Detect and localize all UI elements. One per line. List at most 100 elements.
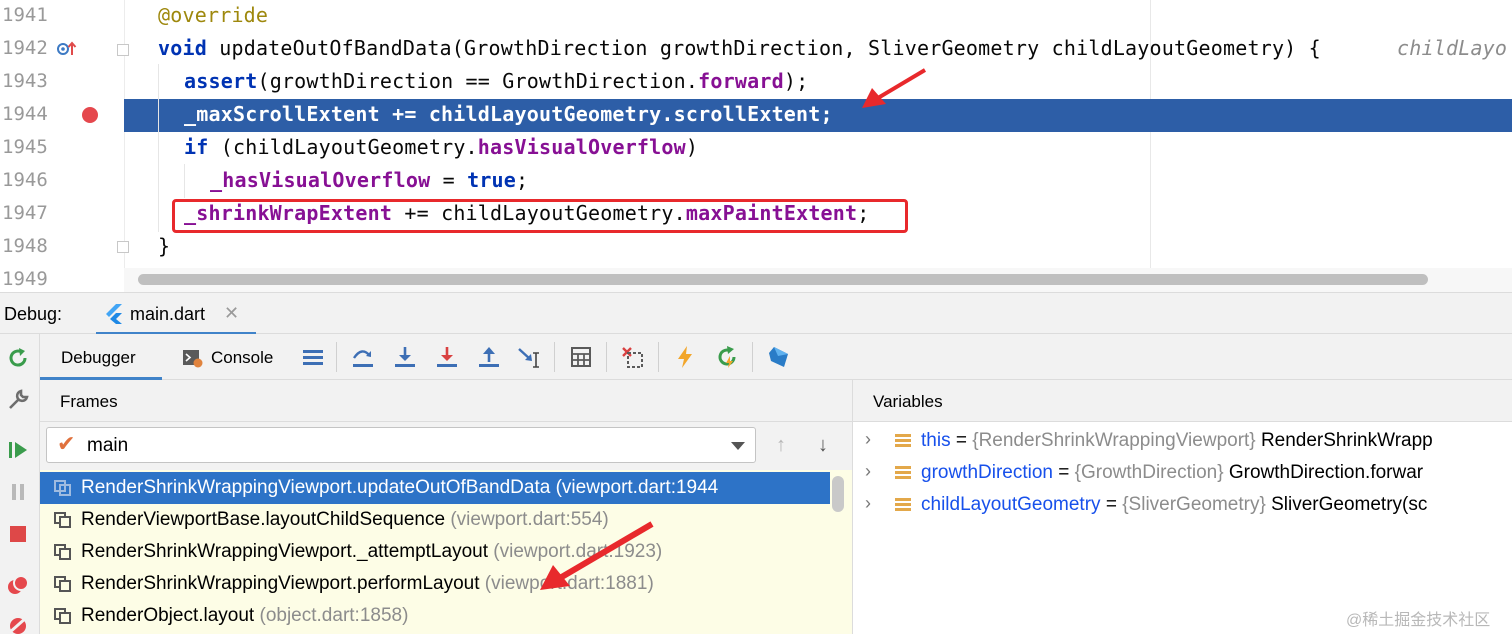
- frame-text: RenderViewportBase.layoutChildSequence (…: [81, 509, 609, 531]
- variable-row-growthdirection[interactable]: › growthDirection = {GrowthDirection} Gr…: [853, 457, 1512, 489]
- rerun-icon[interactable]: [6, 346, 30, 370]
- frame-method: RenderShrinkWrappingViewport._attemptLay…: [81, 541, 488, 562]
- chevron-right-icon[interactable]: ›: [865, 429, 871, 450]
- line-number: 1941: [2, 4, 48, 26]
- chevron-right-icon[interactable]: ›: [865, 493, 871, 514]
- code-line-1948[interactable]: 1948 }: [0, 231, 1512, 264]
- scrollbar-thumb[interactable]: [138, 274, 1428, 285]
- stop-icon[interactable]: [6, 522, 30, 546]
- frame-row-selected[interactable]: RenderShrinkWrappingViewport.updateOutOf…: [40, 472, 830, 504]
- frame-method: RenderShrinkWrappingViewport.performLayo…: [81, 573, 480, 594]
- code-token: _maxScrollExtent += childLayoutGeometry.…: [184, 102, 833, 126]
- variable-value: GrowthDirection.forwar: [1228, 462, 1424, 483]
- code-line-1942[interactable]: 1942 void updateOutOfBandData(GrowthDire…: [0, 33, 1512, 66]
- hot-restart-icon[interactable]: [714, 344, 740, 370]
- field-icon: [895, 466, 911, 480]
- inline-parameter-hint: childLayo: [1397, 36, 1508, 60]
- frame-row[interactable]: RenderShrinkWrappingViewport._attemptLay…: [40, 536, 830, 568]
- code-text[interactable]: if (childLayoutGeometry.hasVisualOverflo…: [184, 135, 698, 159]
- step-over-icon[interactable]: [350, 344, 376, 370]
- code-token: true: [467, 168, 517, 192]
- variable-type: {SliverGeometry}: [1122, 494, 1266, 515]
- stack-frame-icon: [54, 480, 72, 496]
- close-icon[interactable]: ✕: [224, 303, 239, 324]
- frame-row[interactable]: RenderObject.layout (object.dart:1858): [40, 600, 830, 632]
- code-line-1946[interactable]: 1946 _hasVisualOverflow = true;: [0, 165, 1512, 198]
- console-icon: [182, 348, 204, 373]
- debug-side-toolbar: [0, 334, 40, 634]
- next-frame-icon[interactable]: ↓: [818, 434, 828, 457]
- flutter-icon: [104, 303, 124, 330]
- frame-location: (viewport.dart:554): [450, 509, 609, 530]
- code-token: void: [158, 36, 220, 60]
- mute-breakpoints-icon[interactable]: [6, 614, 30, 634]
- pause-icon[interactable]: [6, 480, 30, 504]
- annotation-red-box: [172, 199, 908, 233]
- view-breakpoints-icon[interactable]: [6, 574, 30, 598]
- dart-devtools-icon[interactable]: [766, 344, 792, 370]
- previous-frame-icon[interactable]: ↑: [776, 434, 786, 457]
- thread-name: main: [87, 435, 129, 456]
- code-text[interactable]: @override: [158, 3, 268, 27]
- breakpoint-icon[interactable]: [81, 106, 99, 129]
- horizontal-scrollbar[interactable]: [124, 268, 1512, 292]
- resume-icon[interactable]: [6, 438, 30, 462]
- line-number: 1943: [2, 70, 48, 92]
- override-method-icon[interactable]: [56, 39, 78, 64]
- tab-debugger[interactable]: Debugger: [40, 334, 162, 380]
- code-token: forward: [698, 69, 784, 93]
- line-number: 1948: [2, 235, 48, 257]
- indent-guide: [184, 164, 185, 198]
- frames-scrollbar-thumb[interactable]: [832, 476, 844, 512]
- code-token: ;: [516, 168, 529, 192]
- variable-value: SliverGeometry(sc: [1271, 494, 1428, 515]
- step-into-icon[interactable]: [392, 344, 418, 370]
- variable-value: RenderShrinkWrapp: [1260, 430, 1433, 451]
- frame-method: RenderViewportBase.layoutChildSequence: [81, 509, 446, 530]
- variable-type: {GrowthDirection}: [1074, 462, 1224, 483]
- tab-session-main-dart[interactable]: main.dart ✕: [96, 293, 256, 335]
- variable-text: growthDirection = {GrowthDirection} Grow…: [921, 462, 1424, 483]
- code-text[interactable]: assert(growthDirection == GrowthDirectio…: [184, 69, 808, 93]
- code-text[interactable]: }: [158, 234, 170, 258]
- step-out-icon[interactable]: [476, 344, 502, 370]
- drop-frame-icon[interactable]: [620, 344, 646, 370]
- frame-method: RenderObject.layout: [81, 605, 255, 626]
- hot-reload-icon[interactable]: [672, 344, 698, 370]
- code-editor[interactable]: 1941 @override 1942 void updateOutOfBand…: [0, 0, 1512, 292]
- chevron-right-icon[interactable]: ›: [865, 461, 871, 482]
- code-token: assert: [184, 69, 258, 93]
- code-text[interactable]: _maxScrollExtent += childLayoutGeometry.…: [184, 102, 833, 126]
- code-text[interactable]: void updateOutOfBandData(GrowthDirection…: [158, 36, 1321, 60]
- code-token: =: [430, 168, 468, 192]
- thread-select[interactable]: ✔ main: [46, 427, 756, 463]
- variable-row-childlayoutgeometry[interactable]: › childLayoutGeometry = {SliverGeometry}…: [853, 489, 1512, 521]
- force-step-into-icon[interactable]: [434, 344, 460, 370]
- line-number: 1945: [2, 136, 48, 158]
- line-number: 1946: [2, 169, 48, 191]
- code-line-1943[interactable]: 1943 assert(growthDirection == GrowthDir…: [0, 66, 1512, 99]
- variables-pane: Variables › this = {RenderShrinkWrapping…: [853, 380, 1512, 634]
- run-to-cursor-icon[interactable]: [516, 344, 542, 370]
- code-token: updateOutOfBandData(GrowthDirection grow…: [219, 36, 1321, 60]
- fold-toggle-icon[interactable]: [117, 44, 129, 56]
- toolbar-separator: [606, 342, 607, 372]
- wrench-icon[interactable]: [6, 388, 30, 412]
- frame-location: (object.dart:1858): [259, 605, 409, 626]
- layout-menu-icon[interactable]: [300, 344, 326, 370]
- stack-frame-icon: [54, 576, 72, 592]
- code-line-1941[interactable]: 1941 @override: [0, 0, 1512, 33]
- code-line-1945[interactable]: 1945 if (childLayoutGeometry.hasVisualOv…: [0, 132, 1512, 165]
- variable-row-this[interactable]: › this = {RenderShrinkWrappingViewport} …: [853, 425, 1512, 457]
- frame-text: RenderObject.layout (object.dart:1858): [81, 605, 408, 627]
- evaluate-expression-icon[interactable]: [568, 344, 594, 370]
- debug-tool-window-header: Debug: main.dart ✕: [0, 292, 1512, 335]
- fold-toggle-icon[interactable]: [117, 241, 129, 253]
- frame-list[interactable]: RenderShrinkWrappingViewport.updateOutOf…: [40, 470, 852, 634]
- code-text[interactable]: _hasVisualOverflow = true;: [210, 168, 528, 192]
- frame-row[interactable]: RenderViewportBase.layoutChildSequence (…: [40, 504, 830, 536]
- frame-row[interactable]: RenderShrinkWrappingViewport.performLayo…: [40, 568, 830, 600]
- stack-frame-icon: [54, 608, 72, 624]
- tab-console[interactable]: Console: [180, 334, 290, 380]
- code-line-1944-current[interactable]: 1944 _maxScrollExtent += childLayoutGeom…: [0, 99, 1512, 132]
